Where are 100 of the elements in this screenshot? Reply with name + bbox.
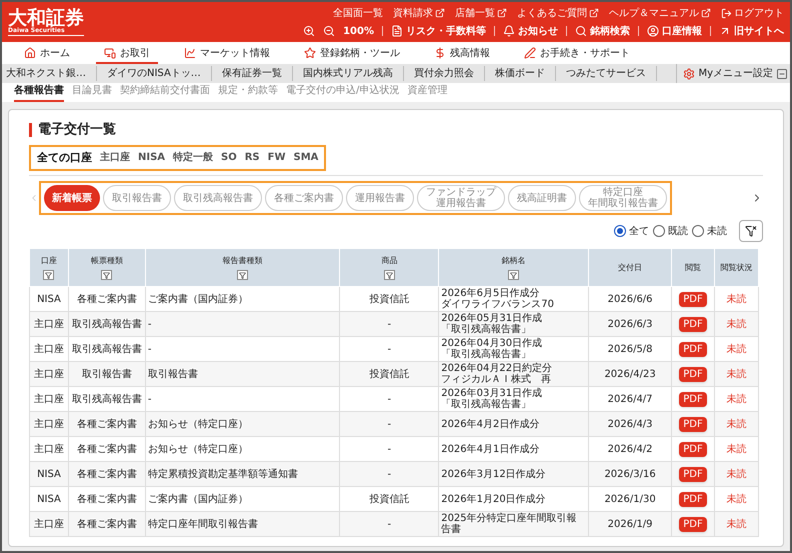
account-tab[interactable]: FW [268, 150, 286, 166]
quick-menu-link[interactable]: 大和ネクスト銀… [2, 66, 97, 81]
issue-name-line: 2026年04月30日作成 [441, 338, 542, 349]
category-chip[interactable]: 残高証明書 [508, 185, 576, 211]
pdf-button[interactable]: PDF [679, 316, 707, 332]
table-cell: お知らせ（特定口座） [148, 418, 248, 430]
header-tool-link[interactable]: 銘柄検索 [575, 24, 630, 38]
external-link-icon [701, 8, 711, 18]
header-link[interactable]: ヘルプ＆マニュアル [609, 6, 711, 20]
pdf-button[interactable]: PDF [679, 442, 707, 456]
table-cell: - [388, 444, 392, 454]
quick-menu-link[interactable]: 保有証券一覧 [212, 66, 293, 81]
clear-filter-button[interactable] [739, 220, 763, 242]
quick-menu-link[interactable]: 買付余力照会 [404, 66, 485, 81]
pdf-button[interactable]: PDF [679, 366, 707, 382]
quick-menu-link[interactable]: ダイワのNISAトッ… [97, 66, 212, 81]
filter-button[interactable] [43, 270, 54, 280]
issue-name-line: 2026年05月31日作成 [441, 313, 542, 324]
pdf-button[interactable]: PDF [679, 492, 707, 506]
account-tab[interactable]: 主口座 [100, 150, 130, 166]
main-nav-tab[interactable]: ホーム [16, 44, 78, 64]
issue-name-line: 2026年04月22日約定分 [441, 363, 552, 374]
zoom-out-icon[interactable] [323, 25, 336, 37]
main-nav-tab[interactable]: 登録銘柄・ツール [296, 44, 408, 64]
table-cell: - [388, 344, 392, 354]
my-menu-settings[interactable]: Myメニュー設定 [698, 66, 773, 81]
pdf-button[interactable]: PDF [679, 466, 707, 482]
pdf-button[interactable]: PDF [679, 292, 707, 306]
account-tab[interactable]: SO [221, 150, 237, 166]
table-cell: 各種ご案内書 [76, 494, 137, 504]
header-link[interactable]: よくあるご質問 [517, 6, 599, 20]
table-cell: - [388, 318, 392, 330]
category-chip[interactable]: 取引残高報告書 [174, 185, 262, 211]
main-nav-tab[interactable]: 残高情報 [426, 44, 498, 64]
report-tab[interactable]: 契約締結前交付書面 [120, 83, 210, 102]
arrow-icon [719, 25, 731, 37]
header-tool-link[interactable]: リスク・手数料等 [391, 24, 486, 38]
header-tool-link[interactable]: お知らせ [503, 24, 558, 38]
header-tool-link[interactable]: 旧サイトへ [719, 24, 784, 38]
read-filter-radio[interactable]: 全て [614, 224, 649, 238]
header-link[interactable]: 全国面一覧 [333, 6, 383, 20]
table-cell: 未読 [726, 468, 746, 480]
collapse-icon[interactable] [776, 68, 788, 80]
filter-button[interactable] [237, 270, 248, 280]
report-tab[interactable]: 電子交付の申込/申込状況 [286, 83, 400, 102]
issue-name-line: 「取引残高報告書」 [441, 324, 532, 335]
account-tab[interactable]: 全ての口座 [37, 150, 92, 166]
settings-icon[interactable] [683, 68, 696, 80]
filter-button[interactable] [101, 270, 112, 280]
table-cell: 2026/1/9 [608, 518, 653, 530]
chip-label-line: 年間取引報告書 [588, 198, 658, 209]
report-tab[interactable]: 資産管理 [407, 83, 448, 102]
category-chip[interactable]: ファンドラップ 運用報告書 [417, 185, 505, 211]
logo[interactable]: 大和証券 [8, 8, 84, 28]
account-tab[interactable]: SMA [294, 150, 318, 166]
quick-menu-link[interactable]: 株価ボード [484, 66, 556, 81]
pdf-button[interactable]: PDF [679, 342, 707, 356]
account-tab[interactable]: NISA [138, 150, 166, 166]
table-cell: 各種ご案内書 [76, 518, 137, 530]
account-tab[interactable]: 特定一般 [173, 150, 214, 166]
filter-button[interactable] [384, 270, 395, 280]
dollar-icon [434, 47, 446, 59]
report-tab[interactable]: 規定・約款等 [218, 83, 278, 102]
category-chip[interactable]: 特定口座 年間取引報告書 [579, 185, 667, 211]
table-cell: - [388, 418, 392, 430]
category-chip[interactable]: 各種ご案内書 [265, 185, 343, 211]
main-nav-tab[interactable]: マーケット情報 [176, 44, 278, 64]
pdf-button[interactable]: PDF [679, 416, 707, 432]
table-cell: 2026年3月12日作成分 [441, 468, 546, 480]
zoom-level: 100% [343, 24, 374, 38]
table-cell: 2026/4/2 [608, 444, 653, 454]
pdf-button[interactable]: PDF [679, 392, 707, 406]
report-tab[interactable]: 各種報告書 [14, 83, 64, 102]
read-filter-radio[interactable]: 未読 [692, 224, 727, 238]
header-link[interactable]: ログアウト [721, 6, 784, 20]
quick-menu-link[interactable]: 国内株式リアル残高 [292, 66, 404, 81]
account-tab[interactable]: RS [244, 150, 260, 166]
read-filter-radio[interactable]: 既読 [653, 224, 688, 238]
category-chip[interactable]: 取引報告書 [103, 185, 171, 211]
category-chip[interactable]: 運用報告書 [346, 185, 414, 211]
header-link[interactable]: 店舗一覧 [455, 6, 507, 20]
header-link[interactable]: 資料請求 [393, 6, 445, 20]
chart-icon [184, 47, 196, 59]
main-nav-tab[interactable]: お手続き・サポート [516, 44, 638, 64]
table-cell: 2025年分特定口座年間取引報告書 [441, 513, 577, 535]
zoom-in-icon[interactable] [303, 25, 316, 37]
table-cell: ご案内書（国内証券） [148, 494, 248, 504]
external-link-icon [589, 8, 599, 18]
table-cell: 主口座 [34, 368, 64, 380]
report-tab[interactable]: 目論見書 [72, 83, 112, 102]
table-cell: - [148, 394, 152, 404]
quick-menu-link[interactable]: つみたてサービス [556, 66, 657, 81]
category-chip[interactable]: 新着帳票 [44, 185, 100, 211]
pdf-button[interactable]: PDF [679, 516, 707, 532]
filter-button[interactable] [508, 270, 520, 280]
column-header: 銘柄名 [438, 248, 589, 286]
monitor-icon [104, 47, 116, 59]
issue-name-line: ダイワライフバランス70 [441, 299, 554, 310]
table-cell: 各種ご案内書 [76, 418, 137, 430]
header-tool-link[interactable]: 口座情報 [647, 24, 702, 38]
